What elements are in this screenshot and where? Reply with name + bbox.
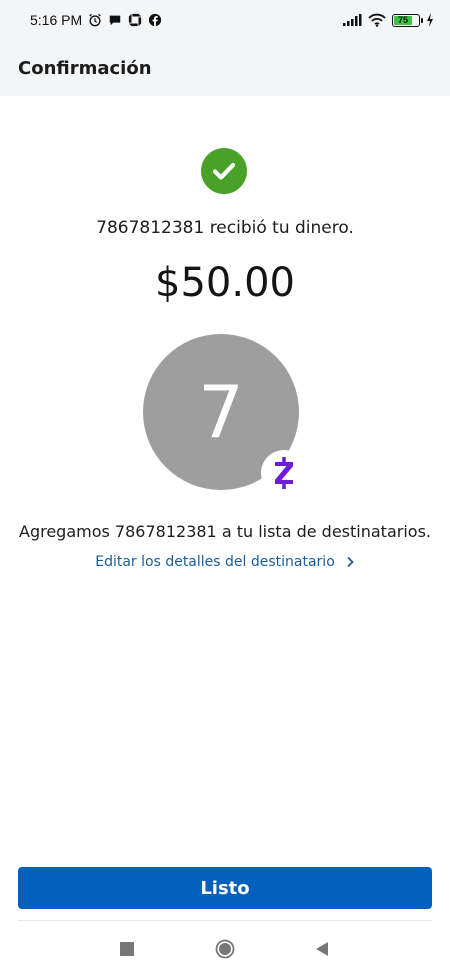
square-icon xyxy=(120,942,134,956)
received-message: 7867812381 recibió tu dinero. xyxy=(96,218,354,238)
amount-sent: $50.00 xyxy=(155,260,295,306)
checkmark-icon xyxy=(212,162,236,180)
avatar-initial: 7 xyxy=(198,370,244,454)
battery-icon: 75 xyxy=(392,13,423,27)
signal-icon xyxy=(343,14,362,26)
status-time: 5:16 PM xyxy=(30,12,83,28)
status-right: 75 xyxy=(342,13,434,27)
chevron-right-icon xyxy=(347,556,354,568)
status-left: 5:16 PM xyxy=(30,12,162,28)
done-button[interactable]: Listo xyxy=(18,867,432,909)
chat-icon xyxy=(109,15,121,26)
back-button[interactable] xyxy=(312,939,332,959)
app-bar: Confirmación xyxy=(0,40,450,96)
alarm-icon xyxy=(89,13,101,27)
edit-recipient-link[interactable]: Editar los detalles del destinatario xyxy=(0,554,450,570)
circle-home-icon xyxy=(215,939,235,959)
home-button[interactable] xyxy=(215,939,235,959)
edit-recipient-label: Editar los detalles del destinatario xyxy=(95,554,335,570)
confirmation-content: 7867812381 recibió tu dinero. $50.00 7 A… xyxy=(0,96,450,856)
status-bar: 5:16 PM 75 xyxy=(0,0,450,40)
zelle-logo-icon xyxy=(261,450,307,496)
chase-icon xyxy=(129,13,142,27)
charging-icon xyxy=(427,13,433,27)
page-title: Confirmación xyxy=(18,57,152,79)
triangle-back-icon xyxy=(316,942,328,956)
added-to-recipients-message: Agregamos 7867812381 a tu lista de desti… xyxy=(19,522,431,541)
success-check-icon xyxy=(201,148,247,194)
footer-divider xyxy=(18,920,432,921)
system-nav-bar xyxy=(0,922,450,975)
recents-button[interactable] xyxy=(117,939,137,959)
wifi-icon xyxy=(368,13,386,27)
facebook-icon xyxy=(149,13,162,27)
battery-level: 75 xyxy=(394,15,412,25)
